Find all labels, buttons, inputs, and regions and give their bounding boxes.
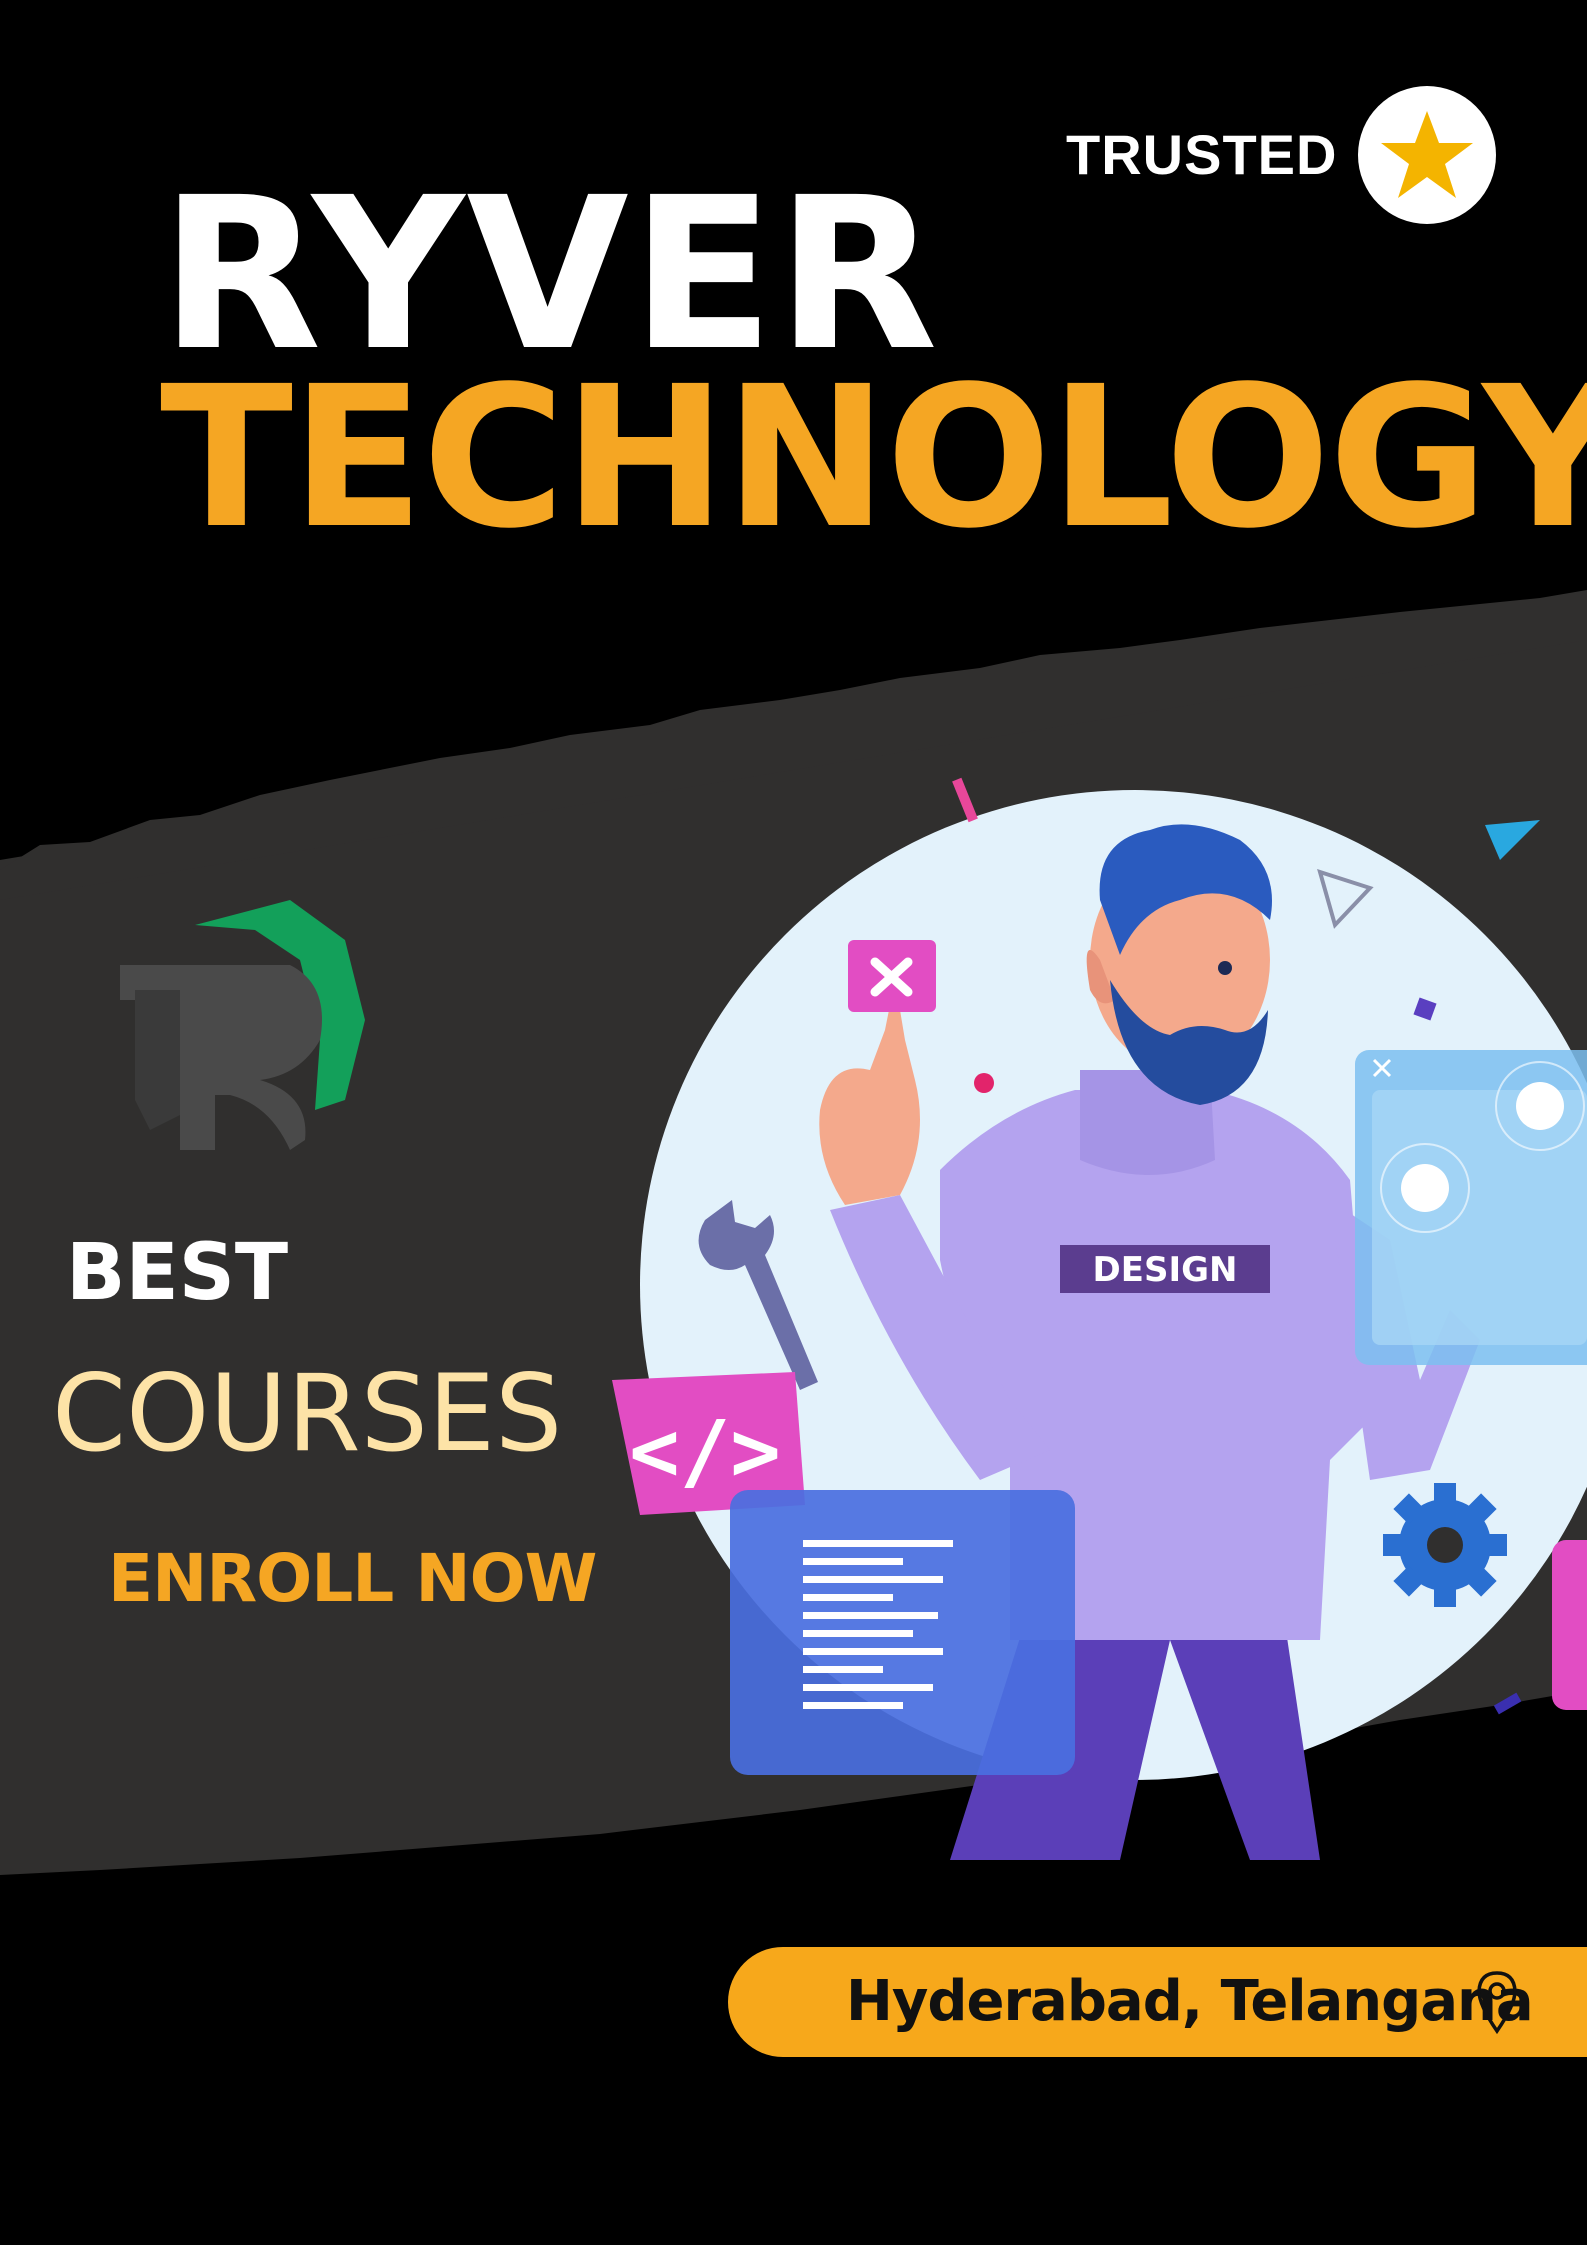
enroll-now-link[interactable]: ENROLL NOW	[108, 1540, 597, 1617]
best-label: BEST	[66, 1228, 289, 1318]
map-pin-icon	[1477, 1971, 1517, 2035]
trusted-badge	[1358, 86, 1496, 224]
trusted-label: TRUSTED	[1066, 123, 1338, 186]
ui-node-2	[1401, 1164, 1449, 1212]
gear-icon	[1383, 1483, 1507, 1607]
star-icon	[1381, 111, 1473, 198]
title-line-2: TECHNOLOGY	[160, 344, 1587, 571]
pink-card-edge	[1552, 1540, 1587, 1710]
courses-label: COURSES	[52, 1352, 563, 1475]
person-eye	[1218, 961, 1232, 975]
logo-gray-top	[135, 990, 180, 1130]
ui-node-1	[1516, 1082, 1564, 1130]
confetti-dot	[974, 1073, 994, 1093]
location-text: Hyderabad, Telangana	[846, 1969, 1534, 2034]
poster: DESIGN </> TRUSTED RYVER TECHNOLOGY BEST…	[0, 0, 1587, 2245]
code-icon: </>	[629, 1402, 781, 1500]
ui-screen-inner	[1372, 1090, 1587, 1345]
shirt-label-text: DESIGN	[1093, 1250, 1238, 1290]
location-pill: Hyderabad, Telangana	[728, 1947, 1587, 2057]
